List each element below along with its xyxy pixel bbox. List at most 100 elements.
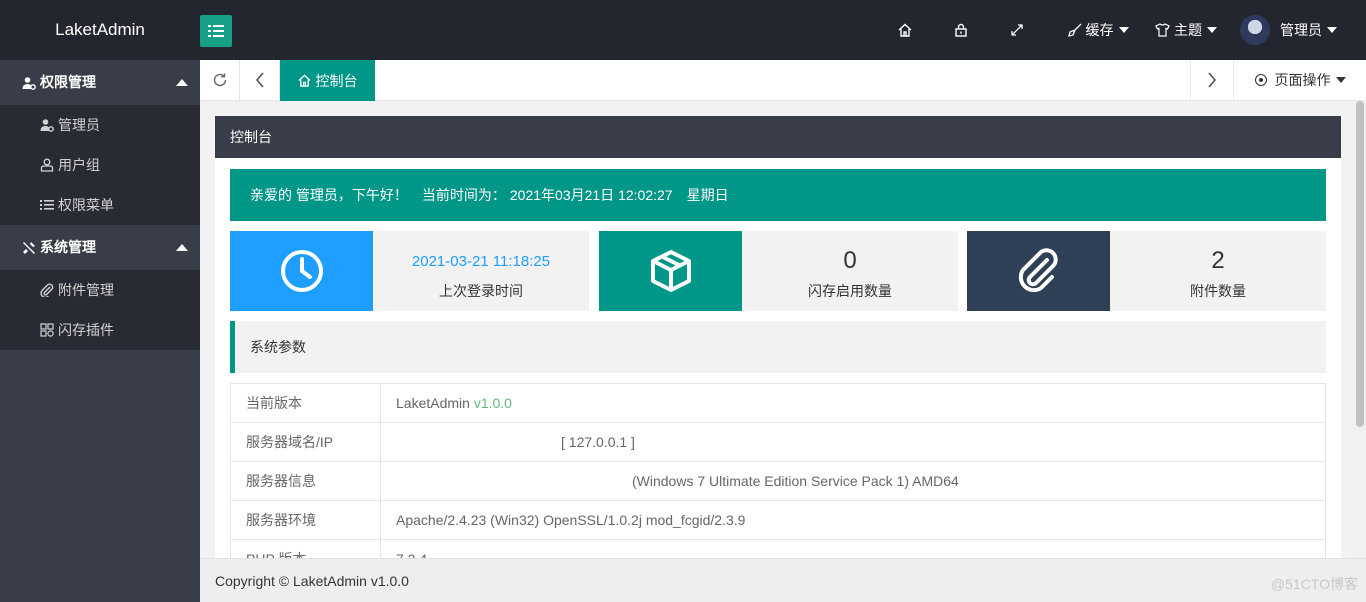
stat-icon-box xyxy=(599,231,742,311)
table-cell-value: [ 127.0.0.1 ] xyxy=(380,422,1326,462)
table-cell-value: LaketAdmin v1.0.0 xyxy=(380,383,1326,423)
sidebar-group-label: 权限管理 xyxy=(40,74,96,90)
sidebar-group-label: 系统管理 xyxy=(40,239,96,255)
cube-icon xyxy=(650,250,691,292)
lock-button[interactable] xyxy=(950,0,972,60)
stat-last-login: 2021-03-21 11:18:25 上次登录时间 xyxy=(230,231,589,311)
stat-flash-enabled: 0 闪存启用数量 xyxy=(599,231,958,311)
stat-icon-box xyxy=(230,231,373,311)
theme-label: 主题 xyxy=(1174,22,1202,38)
shirt-icon xyxy=(1155,23,1170,37)
sidebar-item-flash-plugins[interactable]: 闪存插件 xyxy=(0,310,200,350)
stat-label: 附件数量 xyxy=(1190,283,1246,299)
refresh-button[interactable] xyxy=(200,60,240,100)
list-icon xyxy=(208,25,224,37)
table-cell-key: 服务器域名/IP xyxy=(230,422,381,462)
tab-scroll-right-button[interactable] xyxy=(1190,60,1232,100)
wrench-icon xyxy=(22,241,36,255)
home-button[interactable] xyxy=(894,0,916,60)
menu-toggle-button[interactable] xyxy=(200,15,232,47)
broom-icon xyxy=(1067,23,1081,37)
table-cell-value: Apache/2.4.23 (Win32) OpenSSL/1.0.2j mod… xyxy=(380,500,1326,540)
version-name: LaketAdmin xyxy=(396,395,470,411)
dashboard-card: 控制台 亲爱的 管理员，下午好！ 当前时间为： 2021年03月21日 12:02:… xyxy=(215,116,1341,558)
version-number: v1.0.0 xyxy=(473,395,512,411)
cache-menu[interactable]: 缓存 xyxy=(1064,0,1132,60)
current-datetime: 2021年03月21日 12:02:27 xyxy=(509,187,673,203)
stat-label: 闪存启用数量 xyxy=(808,283,892,299)
stat-value: 0 xyxy=(843,247,857,274)
table-cell-value: (Windows 7 Ultimate Edition Service Pack… xyxy=(380,461,1326,501)
user-gear-icon xyxy=(22,76,36,90)
table-row: 服务器域名/IP [ 127.0.0.1 ] xyxy=(230,422,1326,462)
tab-bar: 控制台 页面操作 xyxy=(200,60,1366,101)
table-row: 服务器信息 (Windows 7 Ultimate Edition Servic… xyxy=(230,461,1326,501)
chevron-right-icon xyxy=(1207,72,1216,88)
sidebar-item-admin[interactable]: 管理员 xyxy=(0,105,200,145)
table-cell-key: 服务器环境 xyxy=(230,500,381,540)
table-row: 服务器环境 Apache/2.4.23 (Win32) OpenSSL/1.0.… xyxy=(230,500,1326,540)
user-gear-icon xyxy=(40,118,54,132)
stat-attachments: 2 附件数量 xyxy=(967,231,1326,311)
weekday: 星期日 xyxy=(686,187,729,203)
sidebar-item-permission-menu[interactable]: 权限菜单 xyxy=(0,185,200,225)
avatar xyxy=(1240,15,1270,45)
footer: Copyright © LaketAdmin v1.0.0 xyxy=(200,558,1366,602)
user-menu[interactable]: 管理员 xyxy=(1240,0,1366,60)
app-logo[interactable]: LaketAdmin xyxy=(0,0,200,60)
scrollbar-thumb[interactable] xyxy=(1356,101,1364,427)
sidebar-group-permissions[interactable]: 权限管理 xyxy=(0,60,200,105)
tab-label: 控制台 xyxy=(315,72,358,89)
user-name: 管理员 xyxy=(1280,22,1322,38)
expand-icon xyxy=(1011,24,1023,36)
radio-dot-icon xyxy=(1254,74,1267,86)
chevron-down-icon xyxy=(1207,27,1217,33)
table-cell-key: 服务器信息 xyxy=(230,461,381,501)
stat-value: 2 xyxy=(1211,247,1225,274)
main-content: 控制台 亲爱的 管理员，下午好！ 当前时间为： 2021年03月21日 12:02:… xyxy=(200,101,1353,558)
sidebar-item-usergroup[interactable]: 用户组 xyxy=(0,145,200,185)
time-prefix: 当前时间为： xyxy=(421,187,506,203)
card-title: 控制台 xyxy=(215,116,1341,158)
content-scrollbar[interactable] xyxy=(1353,101,1366,558)
tab-dashboard[interactable]: 控制台 xyxy=(280,60,375,101)
watermark: @51CTO博客 xyxy=(1270,576,1358,592)
sidebar-item-label: 管理员 xyxy=(58,117,100,133)
home-icon xyxy=(898,23,912,37)
sidebar-item-label: 权限菜单 xyxy=(58,197,114,213)
sidebar-item-attachments[interactable]: 附件管理 xyxy=(0,270,200,310)
chevron-down-icon xyxy=(1335,77,1346,83)
top-header: LaketAdmin 缓存 主题 管理员 xyxy=(0,0,1366,60)
chevron-up-icon xyxy=(176,244,188,251)
sidebar: 权限管理 管理员 用户组 权限菜单 系统管理 附件管理 闪存插件 xyxy=(0,60,200,602)
chevron-left-icon xyxy=(255,72,264,88)
table-cell-value: 7.3.4 xyxy=(380,539,1326,558)
list-icon xyxy=(40,198,54,212)
lock-icon xyxy=(955,23,967,37)
theme-menu[interactable]: 主题 xyxy=(1152,0,1220,60)
sidebar-item-label: 闪存插件 xyxy=(58,322,114,338)
chevron-down-icon xyxy=(1118,27,1129,33)
paperclip-icon xyxy=(1018,248,1058,293)
tab-scroll-left-button[interactable] xyxy=(240,60,280,100)
system-params-table: 当前版本 LaketAdmin v1.0.0 服务器域名/IP [ 127.0.… xyxy=(230,383,1326,558)
refresh-icon xyxy=(213,73,226,87)
sidebar-item-label: 附件管理 xyxy=(58,282,114,298)
chevron-down-icon xyxy=(1327,27,1337,33)
stat-icon-box xyxy=(967,231,1110,311)
home-icon xyxy=(297,74,311,87)
cache-label: 缓存 xyxy=(1085,22,1114,38)
sidebar-item-label: 用户组 xyxy=(58,157,100,173)
system-params-heading: 系统参数 xyxy=(230,321,1326,373)
apps-icon xyxy=(40,323,54,337)
table-cell-key: PHP 版本 xyxy=(230,539,381,558)
table-row: PHP 版本 7.3.4 xyxy=(230,539,1326,558)
page-operations-menu[interactable]: 页面操作 xyxy=(1233,60,1366,100)
users-icon xyxy=(40,158,54,172)
stat-value: 2021-03-21 11:18:25 xyxy=(411,253,551,270)
fullscreen-button[interactable] xyxy=(1006,0,1028,60)
copyright-text: Copyright © LaketAdmin v1.0.0 xyxy=(215,573,409,589)
greeting-text: 亲爱的 管理员，下午好！ xyxy=(250,187,408,203)
page-ops-label: 页面操作 xyxy=(1274,72,1331,88)
sidebar-group-system[interactable]: 系统管理 xyxy=(0,225,200,270)
